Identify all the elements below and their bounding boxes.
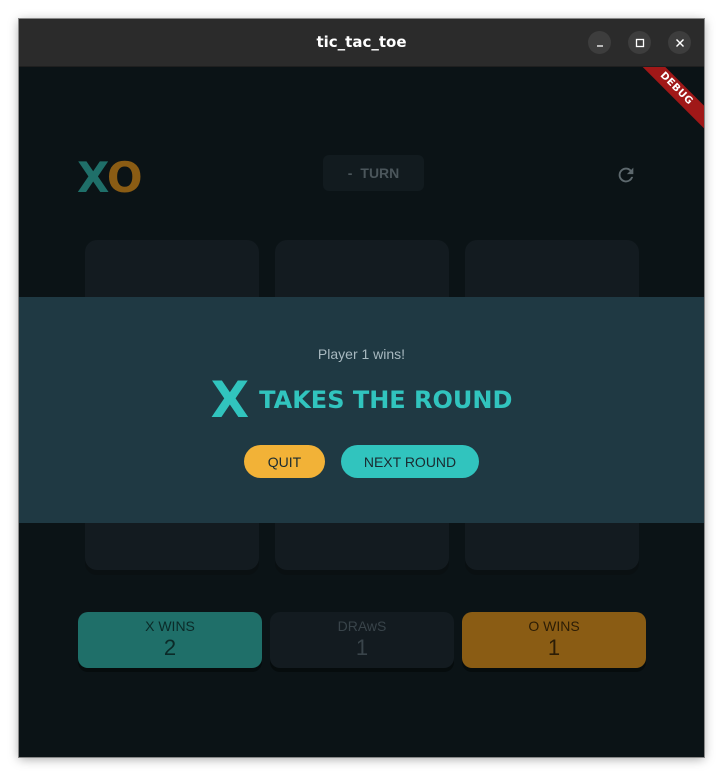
turn-label: TURN bbox=[360, 165, 400, 181]
x-wins-card: X WINS 2 bbox=[78, 612, 262, 668]
maximize-icon bbox=[635, 38, 644, 47]
title-bar[interactable]: tic_tac_toe bbox=[19, 19, 704, 67]
x-wins-value: 2 bbox=[163, 635, 177, 660]
restart-icon[interactable] bbox=[615, 164, 637, 186]
minimize-icon bbox=[596, 44, 603, 47]
minimize-button[interactable] bbox=[588, 31, 611, 54]
o-wins-label: O WINS bbox=[528, 618, 580, 634]
round-result-dialog: Player 1 wins! X TAKES THE ROUND QUIT NE… bbox=[19, 297, 704, 523]
result-text: TAKES THE ROUND bbox=[259, 386, 513, 414]
o-wins-value: 1 bbox=[547, 635, 561, 660]
draws-value: 1 bbox=[355, 635, 369, 660]
logo-x: X bbox=[77, 153, 108, 202]
close-button[interactable] bbox=[668, 31, 691, 54]
close-icon bbox=[675, 38, 684, 47]
debug-banner: DEBUG bbox=[634, 67, 704, 131]
result-subtitle: Player 1 wins! bbox=[317, 346, 406, 362]
game-logo: XO bbox=[77, 157, 143, 199]
turn-mark: - bbox=[347, 165, 353, 181]
app-window: tic_tac_toe DEBUG XO - TURN X WINS 2 DRA… bbox=[19, 19, 704, 757]
o-wins-card: O WINS 1 bbox=[462, 612, 646, 668]
quit-button[interactable]: QUIT bbox=[244, 445, 325, 478]
maximize-button[interactable] bbox=[628, 31, 651, 54]
result-headline: X TAKES THE ROUND bbox=[19, 375, 704, 425]
logo-o: O bbox=[106, 153, 143, 202]
winner-mark: X bbox=[210, 371, 250, 429]
draws-label: DRAwS bbox=[337, 618, 387, 634]
draws-card: DRAwS 1 bbox=[270, 612, 454, 668]
next-round-button[interactable]: NEXT ROUND bbox=[341, 445, 479, 478]
game-screen: DEBUG XO - TURN X O X X WINS 2 DRAwS 1 O… bbox=[19, 67, 704, 757]
x-wins-label: X WINS bbox=[145, 618, 195, 634]
turn-indicator: - TURN bbox=[323, 155, 424, 191]
